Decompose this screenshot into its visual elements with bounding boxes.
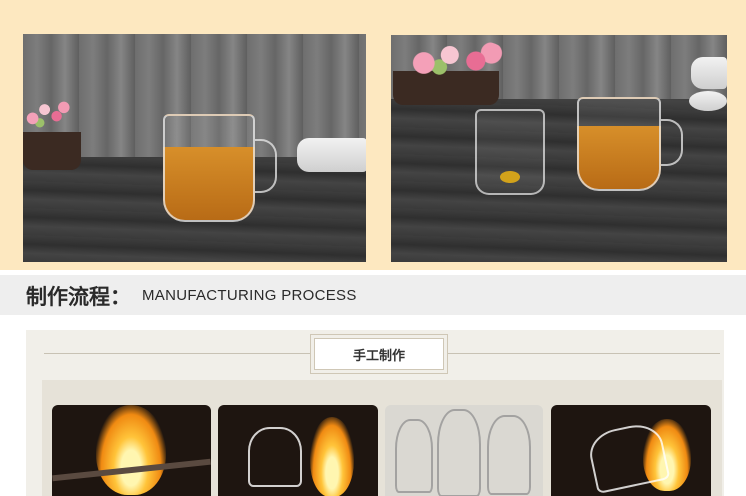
handmade-badge: 手工制作 bbox=[314, 338, 444, 370]
glass-tea-cup-photo bbox=[23, 34, 366, 262]
section-heading-chinese: 制作流程： bbox=[26, 285, 131, 309]
tea-cup-with-infuser-photo bbox=[391, 35, 727, 262]
section-heading-english: MANUFACTURING PROCESS bbox=[142, 287, 357, 304]
glass-blowing-photo-4 bbox=[551, 405, 711, 496]
glass-blowing-photo-1 bbox=[52, 405, 211, 496]
divider-line-right bbox=[444, 353, 720, 354]
divider-line-left bbox=[44, 353, 314, 354]
glass-blowing-photo-2 bbox=[218, 405, 378, 496]
glass-blowing-photo-3 bbox=[385, 405, 543, 496]
